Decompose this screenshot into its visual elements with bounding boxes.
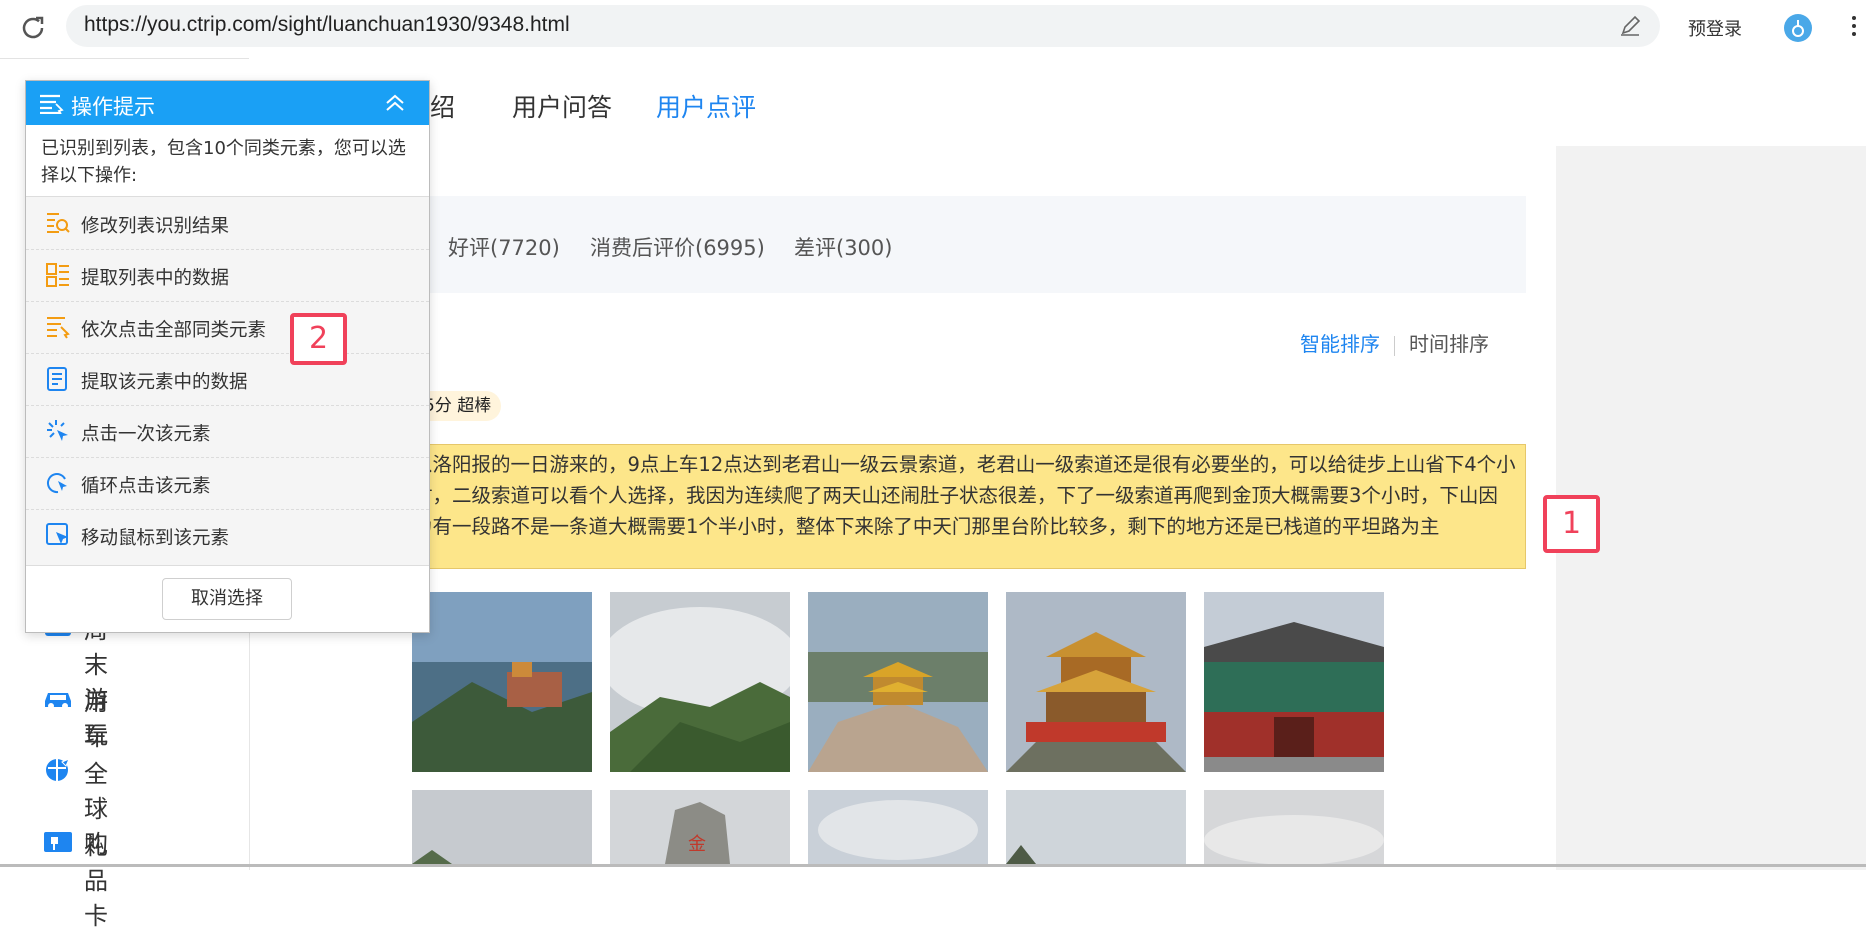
sort-smart[interactable]: 智能排序 — [1300, 332, 1380, 356]
review-photo[interactable] — [1204, 592, 1384, 772]
action-mouse-move[interactable]: 移动鼠标到该元素 — [26, 509, 429, 561]
marker-label-2: 2 — [290, 313, 347, 365]
rating-text: 5分 超棒 — [424, 396, 492, 416]
review-photo[interactable] — [412, 592, 592, 772]
filter-positive[interactable]: 好评(7720) — [448, 232, 560, 262]
svg-text:金: 金 — [688, 834, 706, 855]
url-text[interactable]: https://you.ctrip.com/sight/luanchuan193… — [84, 13, 570, 37]
collapse-chevron-icon[interactable] — [384, 93, 406, 118]
car-icon — [42, 684, 74, 712]
list-menu-icon — [40, 94, 64, 119]
sort-options: 智能排序 时间排序 — [1300, 328, 1489, 357]
review-photo[interactable] — [808, 592, 988, 772]
panel-description: 已识别到列表，包含10个同类元素，您可以选择以下操作: — [41, 138, 406, 186]
marker-label-1: 1 — [1543, 495, 1600, 553]
list-search-icon — [46, 211, 70, 235]
sort-time[interactable]: 时间排序 — [1409, 332, 1489, 356]
review-photo[interactable] — [1006, 790, 1186, 864]
action-extract-element[interactable]: 提取该元素中的数据 — [26, 353, 429, 406]
action-label: 点击一次该元素 — [81, 424, 211, 445]
action-extract-list[interactable]: 提取列表中的数据 — [26, 249, 429, 302]
tab-user-qa[interactable]: 用户问答 — [512, 88, 612, 124]
panel-title: 操作提示 — [71, 95, 155, 119]
reload-icon[interactable] — [18, 13, 48, 43]
filter-after-purchase[interactable]: 消费后评价(6995) — [590, 232, 765, 262]
review-photo[interactable] — [610, 592, 790, 772]
action-modify-list[interactable]: 修改列表识别结果 — [26, 197, 429, 250]
action-label: 提取列表中的数据 — [81, 268, 230, 289]
review-content[interactable]: 从洛阳报的一日游来的，9点上车12点达到老君山一级云景索道，老君山一级索道还是很… — [412, 444, 1526, 569]
action-click-all[interactable]: 依次点击全部同类元素 — [26, 301, 429, 354]
action-label: 依次点击全部同类元素 — [81, 320, 267, 341]
section-nav: 介绍 用户问答 用户点评 — [249, 58, 1866, 146]
document-extract-icon — [46, 367, 70, 391]
profile-avatar-icon[interactable] — [1784, 14, 1812, 42]
sidebar-item-label: 礼品卡 — [84, 832, 108, 930]
click-burst-icon — [46, 419, 70, 443]
grid-extract-icon — [46, 263, 70, 287]
filter-negative[interactable]: 差评(300) — [794, 232, 892, 262]
review-photo[interactable]: 金 — [610, 790, 790, 864]
action-label: 移动鼠标到该元素 — [81, 528, 230, 549]
review-photo[interactable] — [1006, 592, 1186, 772]
action-label: 循环点击该元素 — [81, 476, 211, 497]
action-label: 提取该元素中的数据 — [81, 372, 248, 393]
login-link[interactable]: 预登录 — [1688, 15, 1742, 41]
review-filter-bar: 好评(7720) 消费后评价(6995) 差评(300) — [412, 196, 1526, 293]
browser-menu-icon[interactable] — [1852, 16, 1858, 40]
review-photo[interactable] — [412, 790, 592, 864]
panel-header: 操作提示 — [26, 81, 429, 125]
review-photo[interactable] — [808, 790, 988, 864]
action-loop-click[interactable]: 循环点击该元素 — [26, 457, 429, 510]
operation-hint-panel: 操作提示 已识别到列表，包含10个同类元素，您可以选择以下操作: 修改列表识别结… — [25, 80, 430, 633]
browser-toolbar: https://you.ctrip.com/sight/luanchuan193… — [0, 0, 1866, 59]
loop-click-icon — [46, 471, 70, 495]
globe-plane-icon — [42, 756, 74, 784]
tab-user-reviews[interactable]: 用户点评 — [656, 88, 756, 124]
review-photo[interactable] — [1204, 790, 1384, 864]
list-click-icon — [46, 315, 70, 339]
cancel-selection-button[interactable]: 取消选择 — [162, 578, 292, 620]
right-background — [1556, 146, 1866, 870]
gift-card-icon — [42, 828, 74, 856]
action-click-once[interactable]: 点击一次该元素 — [26, 405, 429, 458]
sidebar-item-label: 用车 — [84, 688, 108, 751]
edit-pencil-icon[interactable] — [1618, 14, 1642, 42]
sort-divider — [1394, 335, 1395, 356]
action-label: 修改列表识别结果 — [81, 216, 230, 237]
bottom-scroll-edge — [0, 864, 1866, 867]
mouse-move-icon — [46, 523, 70, 547]
panel-action-list: 修改列表识别结果 提取列表中的数据 依次点击全部同类元素 提取该元素中的数据 点… — [26, 196, 429, 566]
